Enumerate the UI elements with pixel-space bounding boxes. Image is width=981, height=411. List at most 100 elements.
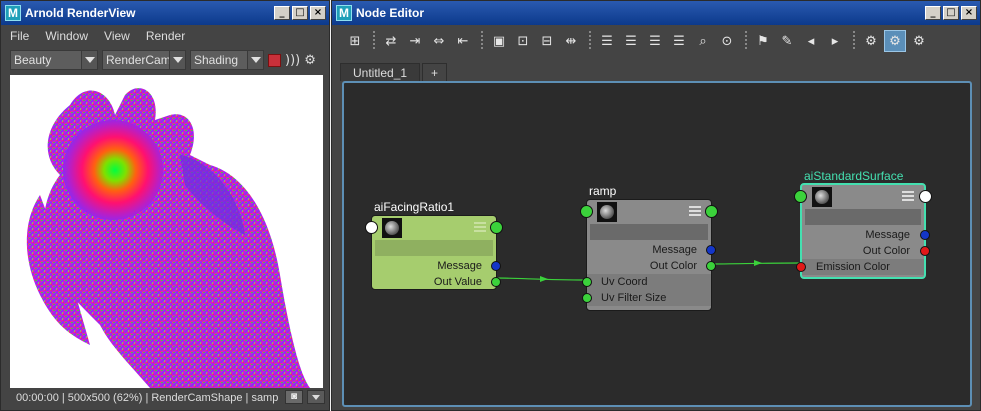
attr-message: Message xyxy=(865,229,910,241)
node-title: ramp xyxy=(589,184,617,198)
swatch-ball-icon xyxy=(385,221,399,235)
rendered-hand-image xyxy=(26,88,310,388)
renderview-statusbar: 00:00:00 | 500x500 (62%) | RenderCamShap… xyxy=(10,388,329,408)
gear-icon[interactable]: ⚙ xyxy=(304,53,316,68)
tab-untitled-1[interactable]: Untitled_1 xyxy=(340,63,421,81)
ipr-refresh-icon[interactable]: ))) xyxy=(285,53,300,68)
input-port[interactable] xyxy=(365,221,378,234)
toolbar-separator xyxy=(853,31,855,51)
search-icon[interactable]: ⌕ xyxy=(692,30,714,52)
chevron-down-icon[interactable] xyxy=(307,390,325,404)
frame-selected-icon[interactable]: ⊡ xyxy=(512,30,534,52)
node-preview-bar xyxy=(590,224,708,240)
connected-mode-icon[interactable]: ☰ xyxy=(620,30,642,52)
swap-icon[interactable]: ⇄ xyxy=(380,30,402,52)
io-connections-icon[interactable]: ⇔ xyxy=(428,30,450,52)
simple-mode-icon[interactable]: ☰ xyxy=(596,30,618,52)
uv-filter-size-port[interactable] xyxy=(582,293,592,303)
bookmark-edit-icon[interactable]: ✎ xyxy=(776,30,798,52)
menu-file[interactable]: File xyxy=(1,29,36,43)
message-port[interactable] xyxy=(706,245,716,255)
node-preview-bar xyxy=(805,209,921,225)
uv-coord-port[interactable] xyxy=(582,277,592,287)
status-text: 00:00:00 | 500x500 (62%) | RenderCamShap… xyxy=(16,392,279,404)
shading-dropdown[interactable]: Shading xyxy=(190,50,264,70)
emission-color-port[interactable] xyxy=(796,262,806,272)
output-port[interactable] xyxy=(919,190,932,203)
aov-dropdown[interactable]: Beauty xyxy=(10,50,98,70)
renderview-menubar: File Window View Render xyxy=(1,25,329,47)
aov-dropdown-value: Beauty xyxy=(14,53,52,67)
attr-message: Message xyxy=(652,244,697,256)
graph-settings-icon[interactable]: ⚙ xyxy=(860,30,882,52)
node-graph-canvas[interactable]: aiFacingRatio1 Message Out Value ramp Me… xyxy=(342,81,972,407)
minimize-button[interactable]: _ xyxy=(925,6,941,20)
input-port[interactable] xyxy=(794,190,807,203)
menu-render[interactable]: Render xyxy=(137,29,192,43)
out-color-port[interactable] xyxy=(706,261,716,271)
bookmark-prev-icon[interactable]: ◂ xyxy=(800,30,822,52)
bookmark-next-icon[interactable]: ▸ xyxy=(824,30,846,52)
snapshot-camera-icon[interactable]: ◙ xyxy=(285,390,303,404)
renderview-toolbar: Beauty RenderCamS Shading ))) ⚙ xyxy=(1,49,329,71)
swatch-ball-icon xyxy=(600,205,614,219)
message-port[interactable] xyxy=(491,261,501,271)
node-preview-bar xyxy=(375,240,493,256)
node-mode-icon[interactable] xyxy=(902,191,914,201)
output-port[interactable] xyxy=(705,205,718,218)
message-port[interactable] xyxy=(920,230,930,240)
layout-icon[interactable]: ⊟ xyxy=(536,30,558,52)
output-port[interactable] xyxy=(490,221,503,234)
node-editor-titlebar[interactable]: M Node Editor _ □ × xyxy=(332,1,980,25)
chevron-down-icon xyxy=(81,51,97,69)
full-mode-icon[interactable]: ☰ xyxy=(644,30,666,52)
menu-window[interactable]: Window xyxy=(36,29,95,43)
attr-out-value: Out Value xyxy=(433,276,482,288)
chevron-down-icon xyxy=(247,51,263,69)
close-button[interactable]: × xyxy=(961,6,977,20)
attr-out-color: Out Color xyxy=(649,260,697,272)
node-aistandardsurface[interactable]: aiStandardSurface Message Out Color Emis… xyxy=(794,169,932,279)
close-button[interactable]: × xyxy=(310,6,326,20)
swatch-icon[interactable]: ⊙ xyxy=(716,30,738,52)
menu-view[interactable]: View xyxy=(95,29,137,43)
node-ramp[interactable]: ramp Message Out Color Uv Coord Uv Filte… xyxy=(580,184,718,311)
swatch-ball-icon xyxy=(815,190,829,204)
frame-all-icon[interactable]: ▣ xyxy=(488,30,510,52)
node-editor-window: M Node Editor _ □ × ⊞ ⇄ ⇥ ⇔ ⇤ ▣ ⊡ ⊟ ⇹ ☰ … xyxy=(331,0,981,411)
custom-mode-icon[interactable]: ☰ xyxy=(668,30,690,52)
output-connections-icon[interactable]: ⇤ xyxy=(452,30,474,52)
wire-arrow-icon xyxy=(540,276,548,282)
node-swatch xyxy=(812,187,832,207)
minimize-button[interactable]: _ xyxy=(274,6,290,20)
add-tab-button[interactable]: + xyxy=(422,63,448,81)
renderview-titlebar[interactable]: M Arnold RenderView _ □ × xyxy=(1,1,329,25)
add-node-icon[interactable]: ⊞ xyxy=(344,30,366,52)
shading-dropdown-value: Shading xyxy=(194,53,239,67)
attr-uv-coord: Uv Coord xyxy=(587,274,711,290)
node-title: aiFacingRatio1 xyxy=(374,200,455,214)
node-mode-icon[interactable] xyxy=(689,206,701,216)
graph-tabs: Untitled_1 + xyxy=(340,63,448,81)
node-aifacingratio1[interactable]: aiFacingRatio1 Message Out Value xyxy=(365,200,503,290)
node-swatch xyxy=(597,202,617,222)
input-connections-icon[interactable]: ⇥ xyxy=(404,30,426,52)
input-port[interactable] xyxy=(580,205,593,218)
out-value-port[interactable] xyxy=(491,277,501,287)
toolbar-separator xyxy=(373,31,375,51)
relayout-icon[interactable]: ⇹ xyxy=(560,30,582,52)
stop-render-icon[interactable] xyxy=(268,53,281,67)
render-viewport[interactable] xyxy=(10,75,323,388)
wire-arrow-icon xyxy=(754,260,762,266)
grid-icon[interactable]: ⚙ xyxy=(908,30,930,52)
arnold-renderview-window: M Arnold RenderView _ □ × File Window Vi… xyxy=(0,0,330,411)
maximize-button[interactable]: □ xyxy=(943,6,959,20)
attr-out-color: Out Color xyxy=(862,245,910,257)
bookmark-add-icon[interactable]: ⚑ xyxy=(752,30,774,52)
out-color-port[interactable] xyxy=(920,246,930,256)
camera-dropdown[interactable]: RenderCamS xyxy=(102,50,186,70)
node-mode-icon[interactable] xyxy=(474,222,486,232)
maximize-button[interactable]: □ xyxy=(292,6,308,20)
maya-logo-icon: M xyxy=(5,5,21,21)
grid-snap-icon[interactable]: ⚙ xyxy=(884,30,906,52)
